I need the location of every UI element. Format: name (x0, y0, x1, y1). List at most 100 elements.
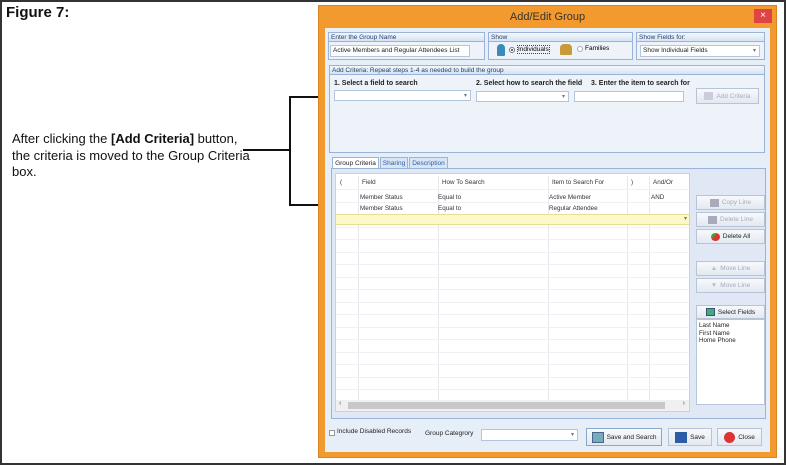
arrow-up-icon: ▲ (710, 265, 718, 272)
col-item: Item to Search For (552, 179, 605, 186)
step2-label: 2. Select how to search the field (476, 80, 583, 87)
search-item-input[interactable] (574, 91, 684, 102)
col-open-paren: ( (340, 179, 343, 186)
include-disabled-checkbox[interactable] (329, 430, 335, 436)
radio-icon[interactable] (509, 46, 515, 53)
horizontal-scrollbar[interactable]: ‹ › (336, 400, 689, 411)
grid-row-line (336, 251, 689, 253)
row2-item[interactable]: Regular Attendee (549, 205, 598, 212)
grid-row-line (336, 301, 689, 303)
show-fields-panel: Show Fields for: Show Individual Fields (636, 32, 765, 60)
save-label: Save (690, 433, 705, 441)
delete-line-button[interactable]: Delete Line (696, 212, 765, 227)
grid-row-line (336, 201, 689, 203)
add-criteria-label: Add Criteria (716, 92, 751, 100)
save-icon (675, 431, 688, 443)
show-panel: Show Individuals Families (488, 32, 633, 60)
delete-line-label: Delete Line (720, 216, 753, 223)
grid-column-line (358, 176, 359, 400)
grid-row-line (336, 376, 689, 378)
scrollbar-thumb[interactable] (348, 402, 665, 409)
close-button[interactable]: Close (717, 428, 762, 446)
family-icon (560, 44, 572, 55)
select-fields-button[interactable]: Select Fields (696, 305, 765, 319)
scroll-left-icon[interactable]: ‹ (339, 400, 341, 407)
eraser-icon (710, 232, 720, 241)
add-field-icon (705, 308, 715, 316)
grid-row-line (336, 276, 689, 278)
delete-all-label: Delete All (722, 233, 751, 240)
row2-field[interactable]: Member Status (360, 205, 403, 212)
arrow-down-icon: ▼ (710, 282, 718, 289)
new-row[interactable]: ▾ (336, 214, 689, 225)
delete-all-button[interactable]: Delete All (696, 229, 765, 244)
radio-icon[interactable] (577, 45, 583, 52)
criteria-grid: ▾ ( Field How To Search Item to Search F… (335, 173, 690, 412)
add-criteria-panel: Add Criteria: Repeat steps 1-4 as needed… (329, 65, 765, 153)
callout-line (243, 149, 290, 151)
save-button[interactable]: Save (668, 428, 712, 446)
note-bold: [Add Criteria] (111, 131, 195, 146)
group-category-select[interactable] (481, 429, 578, 441)
col-close-paren: ) (631, 179, 634, 186)
move-line-down-button[interactable]: ▼ Move Line (696, 278, 765, 293)
callout-text: After clicking the [Add Criteria] button… (12, 131, 252, 181)
add-criteria-header: Add Criteria: Repeat steps 1-4 as needed… (330, 66, 764, 75)
row1-item[interactable]: Active Member (549, 194, 591, 201)
note-text: After clicking the (12, 131, 111, 146)
group-category-label: Group Categrory (425, 430, 474, 437)
close-icon[interactable]: × (754, 9, 772, 23)
row2-how[interactable]: Equal to (438, 205, 461, 212)
show-fields-header: Show Fields for: (637, 33, 764, 42)
add-criteria-icon (704, 92, 714, 100)
grid-row-line (336, 226, 689, 228)
copy-line-button[interactable]: Copy Line (696, 195, 765, 210)
step1-label: 1. Select a field to search (334, 80, 418, 87)
scroll-right-icon[interactable]: › (683, 400, 685, 407)
add-criteria-button[interactable]: Add Criteria (696, 88, 759, 104)
field-item[interactable]: Home Phone (699, 337, 762, 345)
search-icon (591, 431, 604, 443)
close-circle-icon (724, 431, 736, 443)
grid-row-line (336, 389, 689, 390)
delete-line-icon (708, 215, 718, 224)
grid-row-line (336, 314, 689, 315)
move-down-label: Move Line (720, 282, 751, 289)
field-select[interactable] (334, 90, 471, 101)
show-fields-select[interactable]: Show Individual Fields (640, 45, 760, 57)
save-and-search-button[interactable]: Save and Search (586, 428, 662, 446)
grid-column-line (649, 176, 650, 400)
save-and-search-label: Save and Search (606, 433, 657, 441)
person-icon (497, 44, 505, 56)
grid-row-line (336, 239, 689, 240)
grid-row-line (336, 339, 689, 340)
selected-fields-list[interactable]: Last Name First Name Home Phone (696, 319, 765, 405)
copy-line-label: Copy Line (721, 199, 752, 206)
row1-field[interactable]: Member Status (360, 194, 403, 201)
col-how: How To Search (442, 179, 485, 186)
col-field: Field (362, 179, 376, 186)
include-disabled-label: Include Disabled Records (337, 428, 412, 435)
grid-row-line (336, 351, 689, 353)
show-header: Show (489, 33, 632, 42)
figure-label: Figure 7: (6, 4, 70, 21)
grid-row-line (336, 364, 689, 365)
individuals-label: Individuals (517, 45, 550, 54)
field-item[interactable]: Last Name (699, 322, 762, 330)
field-item[interactable]: First Name (699, 330, 762, 338)
group-name-panel: Enter the Group Name Active Members and … (328, 32, 485, 60)
grid-row-line (336, 264, 689, 265)
copy-icon (709, 198, 719, 207)
search-method-select[interactable] (476, 91, 569, 102)
select-fields-label: Select Fields (717, 308, 756, 316)
grid-row-line (336, 326, 689, 328)
radio-families[interactable]: Families (577, 45, 609, 52)
chevron-down-icon[interactable]: ▾ (684, 215, 687, 222)
row1-how[interactable]: Equal to (438, 194, 461, 201)
callout-bracket (289, 96, 291, 205)
move-line-up-button[interactable]: ▲ Move Line (696, 261, 765, 276)
radio-individuals[interactable]: Individuals (509, 45, 550, 54)
move-up-label: Move Line (720, 265, 751, 272)
row1-andor[interactable]: AND (651, 194, 664, 201)
group-name-input[interactable]: Active Members and Regular Attendees Lis… (330, 45, 470, 57)
